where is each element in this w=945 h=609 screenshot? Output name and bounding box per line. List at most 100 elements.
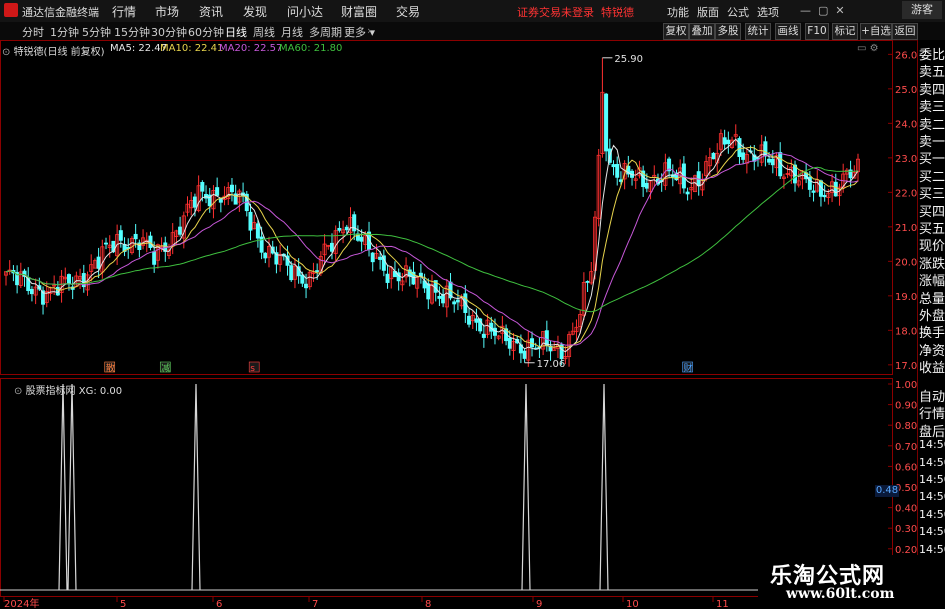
- period-intraday[interactable]: 分时: [22, 24, 44, 40]
- side-tick-label[interactable]: 14:50: [919, 508, 945, 521]
- side-tick-label[interactable]: 行情: [919, 403, 945, 422]
- period-15min[interactable]: 15分钟: [114, 24, 150, 40]
- candle-body: [770, 158, 775, 166]
- overlay-button[interactable]: 叠加: [689, 23, 715, 40]
- multi-stock-button[interactable]: 多股: [715, 23, 741, 40]
- signal-spike: [58, 383, 68, 591]
- x-tick-label: 7: [312, 599, 318, 609]
- period-multi[interactable]: 多周期: [309, 24, 342, 40]
- side-label[interactable]: 换手: [919, 322, 945, 341]
- indicator-y-tick-label: 0.60: [895, 462, 917, 473]
- kline-chart[interactable]: 25.9017.06 26.0025.0024.0023.0022.0021.0…: [0, 40, 945, 609]
- statistics-button[interactable]: 统计: [745, 23, 771, 40]
- side-label[interactable]: 涨跌: [919, 253, 945, 272]
- high-price-label: 25.90: [614, 54, 643, 65]
- side-label[interactable]: 委比: [919, 44, 945, 63]
- side-label[interactable]: 买一: [919, 148, 945, 167]
- candle-body: [66, 274, 71, 285]
- side-tick-label[interactable]: 盘后: [919, 421, 945, 440]
- candle-body: [426, 283, 431, 300]
- menu-fortune-circle[interactable]: 财富圈: [341, 3, 377, 20]
- candle-body: [833, 181, 838, 197]
- side-label[interactable]: 买五: [919, 218, 945, 237]
- candle-body: [344, 226, 349, 231]
- period-30min[interactable]: 30分钟: [151, 24, 187, 40]
- back-button[interactable]: 返回: [892, 23, 918, 40]
- event-marker-label: s: [250, 364, 255, 374]
- candle-body: [452, 301, 457, 305]
- period-daily[interactable]: 日线: [225, 24, 247, 40]
- side-label[interactable]: 卖四: [919, 79, 945, 98]
- x-tick-label: 5: [120, 599, 126, 609]
- candle-body: [467, 315, 472, 325]
- candle-body: [474, 318, 479, 323]
- candle-body: [304, 283, 309, 289]
- indicator-y-tick-label: 0.80: [895, 421, 917, 432]
- candle-body: [726, 139, 731, 145]
- side-label[interactable]: 卖二: [919, 114, 945, 133]
- candle-body: [604, 93, 609, 152]
- period-5min[interactable]: 5分钟: [82, 24, 111, 40]
- side-label[interactable]: 涨幅: [919, 270, 945, 289]
- side-label[interactable]: 买三: [919, 183, 945, 202]
- indicator-y-tick-label: 1.00: [895, 380, 917, 391]
- menu-discover[interactable]: 发现: [243, 3, 267, 20]
- candle-body: [29, 288, 34, 295]
- indicator-current-value: 0.48: [875, 485, 899, 497]
- signal-spike: [521, 383, 531, 591]
- mark-button[interactable]: 标记: [832, 23, 858, 40]
- visitor-button[interactable]: 游客: [902, 1, 942, 19]
- side-label[interactable]: 收益: [919, 357, 945, 376]
- candle-body: [644, 182, 649, 189]
- side-tick-label[interactable]: 14:50: [919, 525, 945, 538]
- draw-line-button[interactable]: 画线: [775, 23, 801, 40]
- candle-body: [337, 227, 342, 231]
- side-label[interactable]: 买二: [919, 166, 945, 185]
- side-label[interactable]: 卖三: [919, 96, 945, 115]
- menu-trade[interactable]: 交易: [396, 3, 420, 20]
- menu-news[interactable]: 资讯: [199, 3, 223, 20]
- candle-body: [822, 194, 827, 198]
- candle-body: [200, 182, 205, 192]
- menu-market[interactable]: 市场: [155, 3, 179, 20]
- side-label[interactable]: 外盘: [919, 305, 945, 324]
- chart-window-icons[interactable]: ▭ ⚙: [857, 43, 879, 54]
- window-controls[interactable]: — ▢ ✕: [800, 4, 845, 17]
- indicator-y-tick-label: 0.40: [895, 504, 917, 515]
- side-tick-label[interactable]: 14:50: [919, 473, 945, 486]
- main-panel-frame: [0, 40, 893, 375]
- candle-body: [385, 273, 390, 283]
- ma60-readout: MA60: 21.80: [279, 43, 343, 54]
- side-label[interactable]: 卖五: [919, 61, 945, 80]
- chevron-right-icon[interactable]: ›: [367, 24, 371, 37]
- side-tick-label[interactable]: 14:50: [919, 490, 945, 503]
- f10-button[interactable]: F10: [805, 23, 829, 40]
- menu-function[interactable]: 功能: [667, 4, 689, 20]
- menu-wenxiaoda[interactable]: 问小达: [287, 3, 323, 20]
- side-label[interactable]: 卖一: [919, 131, 945, 150]
- candle-body: [722, 137, 727, 145]
- login-alert[interactable]: 证券交易未登录 特锐德: [517, 4, 634, 20]
- period-weekly[interactable]: 周线: [253, 24, 275, 40]
- side-tick-label[interactable]: 14:50: [919, 438, 945, 451]
- side-label[interactable]: 买四: [919, 201, 945, 220]
- period-1min[interactable]: 1分钟: [50, 24, 79, 40]
- side-label[interactable]: 总量: [919, 288, 945, 307]
- candle-body: [767, 158, 772, 163]
- add-watchlist-button[interactable]: +自选: [860, 23, 892, 40]
- adjust-button[interactable]: 复权: [663, 23, 689, 40]
- candle-body: [118, 230, 123, 241]
- menu-formula[interactable]: 公式: [727, 4, 749, 20]
- period-60min[interactable]: 60分钟: [188, 24, 224, 40]
- menu-layout[interactable]: 版面: [697, 4, 719, 20]
- side-tick-label[interactable]: 自动: [919, 386, 945, 405]
- menu-quotes[interactable]: 行情: [112, 3, 136, 20]
- side-label[interactable]: 净资: [919, 340, 945, 359]
- side-label[interactable]: 现价: [919, 235, 945, 254]
- low-price-label: 17.06: [537, 359, 566, 370]
- period-monthly[interactable]: 月线: [281, 24, 303, 40]
- side-tick-label[interactable]: 14:50: [919, 456, 945, 469]
- side-tick-label[interactable]: 14:50: [919, 543, 945, 556]
- menu-options[interactable]: 选项: [757, 4, 779, 20]
- event-marker-label: 减: [161, 362, 170, 374]
